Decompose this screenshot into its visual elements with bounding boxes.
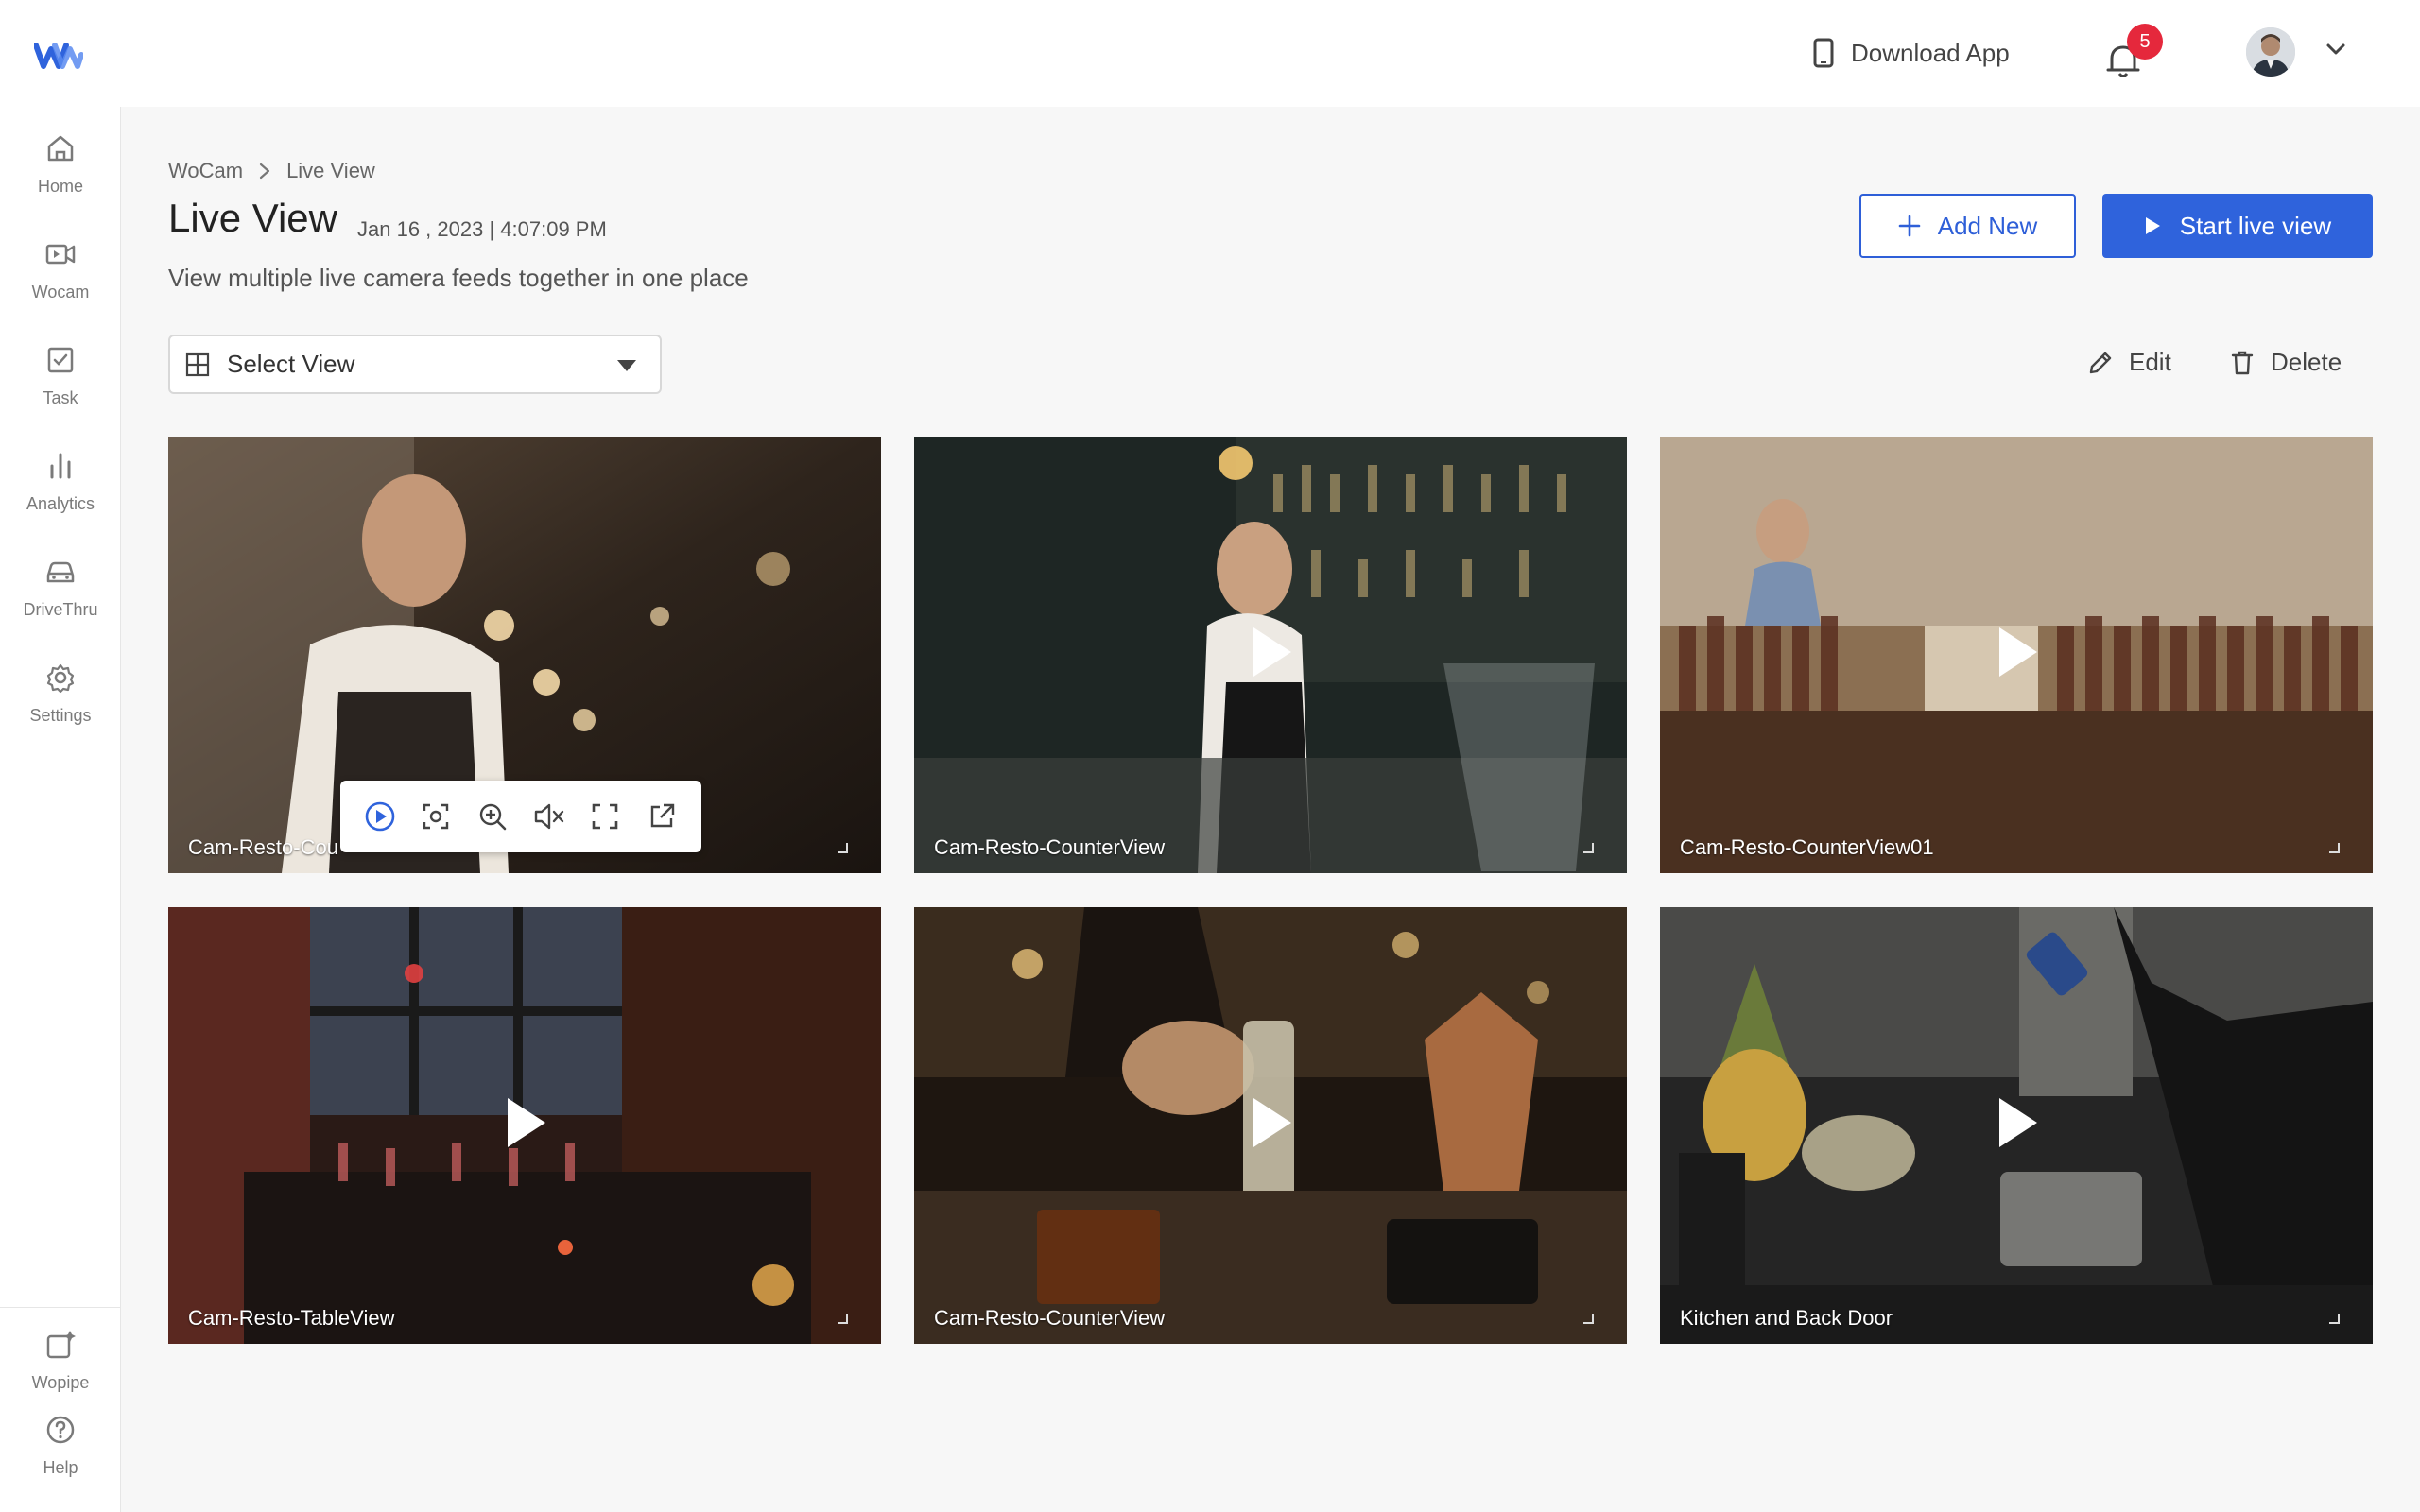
sidebar-item-label: Analytics <box>26 494 95 513</box>
fullscreen-icon <box>593 803 618 830</box>
caret-down-icon <box>617 360 636 371</box>
chevron-right-icon <box>259 163 270 180</box>
zoom-button[interactable] <box>475 799 510 833</box>
play-icon[interactable] <box>1996 1096 2039 1149</box>
camera-feed-6[interactable]: Kitchen and Back Door <box>1660 907 2373 1344</box>
wocam-logo[interactable] <box>34 36 83 74</box>
open-external-button[interactable] <box>645 799 679 833</box>
camera-feed-3[interactable]: Cam-Resto-CounterView01 <box>1660 437 2373 873</box>
notification-badge: 5 <box>2127 24 2163 60</box>
sidebar-item-drivethru[interactable]: DriveThru <box>0 555 121 649</box>
resize-corner-icon[interactable] <box>1582 841 1595 854</box>
add-new-button[interactable]: Add New <box>1859 194 2076 258</box>
camera-label: Cam-Resto-Cou <box>188 835 338 859</box>
play-circle-icon <box>365 801 395 832</box>
play-icon <box>2145 217 2160 234</box>
sidebar-item-home[interactable]: Home <box>0 131 121 226</box>
breadcrumb-current: Live View <box>286 159 375 182</box>
camera-controls-toolbar <box>340 781 701 852</box>
plus-icon <box>1898 215 1921 237</box>
grid-icon <box>185 352 210 376</box>
page-title: Live View <box>168 196 337 240</box>
sidebar-item-help[interactable]: Help <box>0 1413 121 1507</box>
bar-chart-icon <box>50 453 71 479</box>
video-camera-icon <box>45 244 76 265</box>
camera-feed-2[interactable]: Cam-Resto-CounterView <box>914 437 1627 873</box>
snapshot-button[interactable] <box>419 799 453 833</box>
snapshot-icon <box>424 803 449 830</box>
sidebar-item-label: Help <box>43 1458 78 1477</box>
mute-icon <box>534 803 563 830</box>
sidebar-item-label: Wopipe <box>31 1373 90 1392</box>
add-new-label: Add New <box>1937 211 2038 240</box>
gear-icon <box>46 663 75 694</box>
resize-corner-icon[interactable] <box>1582 1312 1595 1325</box>
car-icon <box>46 561 75 583</box>
fullscreen-button[interactable] <box>588 799 622 833</box>
play-icon[interactable] <box>504 1096 547 1149</box>
wopipe-icon <box>46 1331 76 1359</box>
help-icon <box>46 1416 75 1444</box>
play-control-button[interactable] <box>363 799 397 833</box>
external-link-icon <box>650 803 675 828</box>
resize-corner-icon[interactable] <box>836 1312 849 1325</box>
sidebar-item-label: Wocam <box>31 283 90 301</box>
edit-label: Edit <box>2129 348 2171 376</box>
sidebar-item-label: Settings <box>29 706 92 725</box>
resize-corner-icon[interactable] <box>836 841 849 854</box>
delete-label: Delete <box>2271 348 2342 376</box>
start-live-view-label: Start live view <box>2179 211 2332 240</box>
resize-corner-icon[interactable] <box>2327 841 2341 854</box>
task-checkbox-icon <box>47 347 74 373</box>
zoom-in-icon <box>479 803 507 831</box>
camera-label: Cam-Resto-CounterView <box>934 1306 1166 1330</box>
sidebar-item-wocam[interactable]: Wocam <box>0 237 121 332</box>
sidebar-item-label: Task <box>43 388 78 407</box>
camera-label: Cam-Resto-CounterView01 <box>1680 835 1934 859</box>
edit-button[interactable]: Edit <box>2087 348 2171 377</box>
select-view-dropdown[interactable]: Select View <box>168 335 662 394</box>
trash-icon <box>2231 351 2254 374</box>
breadcrumb: WoCam Live View <box>168 159 375 183</box>
camera-label: Kitchen and Back Door <box>1680 1306 1893 1330</box>
page-timestamp: Jan 16 , 2023 | 4:07:09 PM <box>357 217 607 241</box>
select-view-value: Select View <box>227 350 355 378</box>
camera-feed-4[interactable]: Cam-Resto-TableView <box>168 907 881 1344</box>
sidebar-item-label: Home <box>37 177 83 196</box>
mute-button[interactable] <box>532 799 566 833</box>
sidebar-item-settings[interactable]: Settings <box>0 661 121 755</box>
phone-icon <box>1813 38 1834 68</box>
download-app-label: Download App <box>1851 38 2010 67</box>
play-icon[interactable] <box>1996 626 2039 679</box>
play-icon[interactable] <box>1250 626 1293 679</box>
resize-corner-icon[interactable] <box>2327 1312 2341 1325</box>
sidebar-divider <box>0 1307 121 1308</box>
play-icon[interactable] <box>1250 1096 1293 1149</box>
camera-label: Cam-Resto-TableView <box>188 1306 395 1330</box>
sidebar-item-label: DriveThru <box>23 600 98 619</box>
page-subtitle: View multiple live camera feeds together… <box>168 264 749 292</box>
avatar[interactable] <box>2246 27 2295 77</box>
sidebar-item-analytics[interactable]: Analytics <box>0 449 121 543</box>
home-icon <box>47 135 74 162</box>
delete-button[interactable]: Delete <box>2231 348 2342 377</box>
top-bar: Download App 5 <box>0 0 2420 107</box>
sidebar-item-wopipe[interactable]: Wopipe <box>0 1328 121 1422</box>
breadcrumb-root[interactable]: WoCam <box>168 159 243 183</box>
start-live-view-button[interactable]: Start live view <box>2102 194 2373 258</box>
camera-label: Cam-Resto-CounterView <box>934 835 1166 859</box>
download-app-button[interactable]: Download App <box>1813 30 2010 76</box>
sidebar-item-task[interactable]: Task <box>0 343 121 438</box>
chevron-down-icon[interactable] <box>2325 43 2346 56</box>
pencil-icon <box>2089 352 2112 373</box>
camera-feed-5[interactable]: Cam-Resto-CounterView <box>914 907 1627 1344</box>
sidebar: Home Wocam Task Analytics DriveThru Sett… <box>0 107 121 1512</box>
